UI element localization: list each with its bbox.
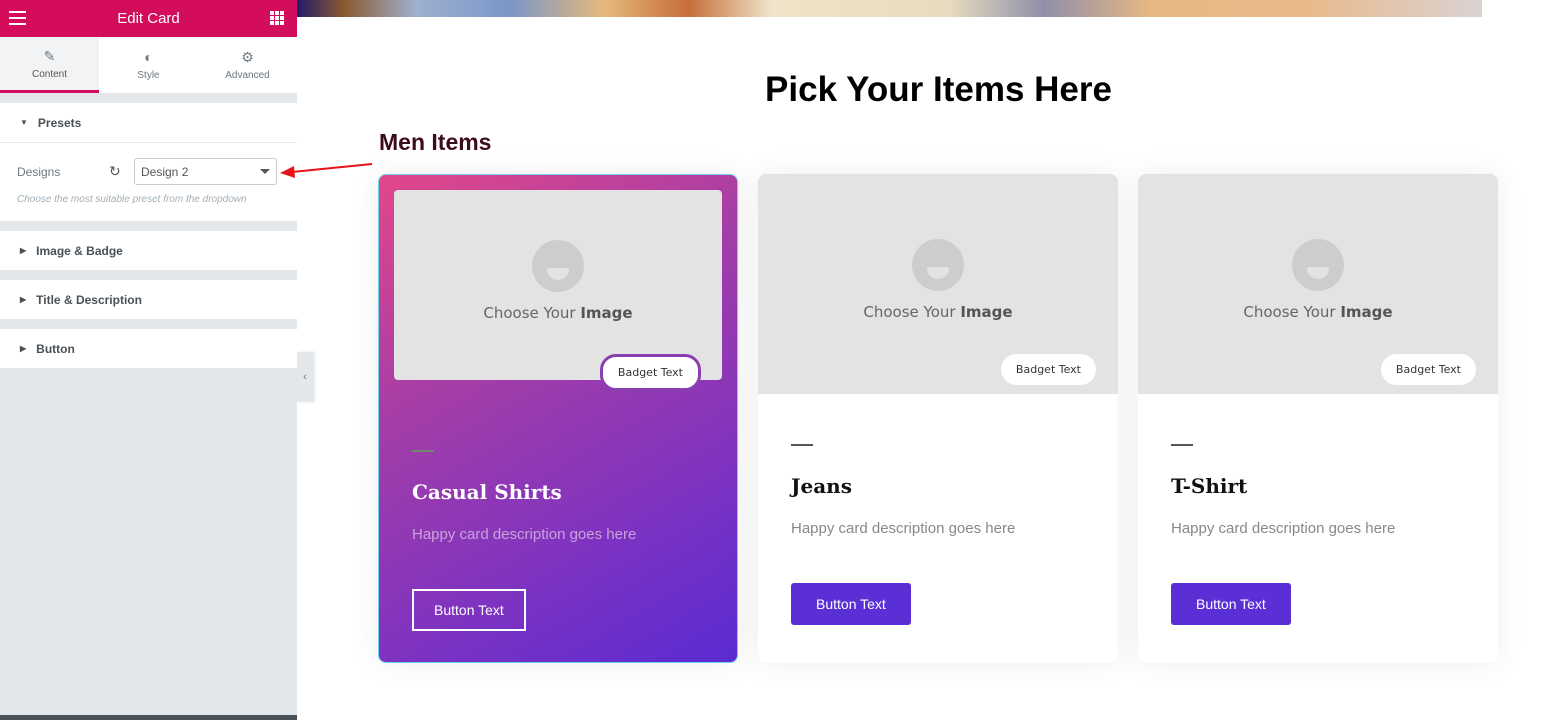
- half-circle-icon: ◐: [144, 49, 153, 65]
- card-t-shirt[interactable]: Choose Your Image Badget Text T-Shirt Happ…: [1138, 174, 1498, 663]
- section-title: Button: [36, 341, 75, 356]
- card-button[interactable]: Button Text: [1171, 583, 1291, 625]
- panel-tabs: ✎ Content ◐ Style ⚙ Advanced: [0, 37, 297, 93]
- hero-image: [297, 0, 1482, 17]
- card-description: Happy card description goes here: [1171, 520, 1396, 537]
- image-text-bold: Image: [1340, 303, 1393, 321]
- card-button[interactable]: Button Text: [791, 583, 911, 625]
- card-image-placeholder: Choose Your Image Badget Text: [1138, 174, 1498, 394]
- smiley-icon: [912, 239, 964, 291]
- section-subtitle: Men Items: [379, 129, 492, 155]
- designs-hint: Choose the most suitable preset from the…: [17, 194, 247, 205]
- chevron-down-icon: [260, 169, 270, 174]
- image-text: Choose Your: [863, 303, 956, 321]
- image-text-bold: Image: [960, 303, 1013, 321]
- card-image-placeholder: Choose Your Image Badget Text: [758, 174, 1118, 394]
- panel-title: Edit Card: [117, 10, 180, 27]
- panel-footer: [0, 715, 297, 720]
- card-jeans[interactable]: Choose Your Image Badget Text Jeans Happy …: [758, 174, 1118, 663]
- tab-label: Content: [31, 68, 68, 80]
- tab-label: Style: [137, 70, 160, 81]
- section-presets-header[interactable]: ▼ Presets: [0, 103, 297, 142]
- card-badge: Badget Text: [1000, 354, 1096, 385]
- card-description: Happy card description goes here: [791, 520, 1016, 537]
- divider: [791, 444, 813, 446]
- annotation-arrow-icon: [280, 163, 373, 178]
- page-title: Pick Your Items Here: [765, 70, 1112, 109]
- section-presets: ▼ Presets Designs ↻ Design 2 Choose the m…: [0, 103, 297, 221]
- section-button[interactable]: ▶ Button: [0, 329, 297, 368]
- section-title: Presets: [37, 115, 82, 130]
- smiley-icon: [532, 240, 584, 292]
- image-text-bold: Image: [580, 304, 633, 322]
- image-text: Choose Your: [1243, 303, 1336, 321]
- section-image-badge[interactable]: ▶ Image & Badge: [0, 231, 297, 270]
- card-badge: Badget Text: [599, 354, 701, 391]
- divider: [412, 450, 434, 452]
- caret-right-icon: ▶: [20, 295, 27, 304]
- tab-label: Advanced: [225, 70, 270, 81]
- section-title-description[interactable]: ▶ Title & Description: [0, 280, 297, 319]
- caret-right-icon: ▶: [20, 344, 27, 353]
- chevron-left-icon: ‹: [303, 371, 307, 383]
- image-text: Choose Your: [483, 304, 576, 322]
- designs-label: Designs: [17, 164, 61, 179]
- card-casual-shirts[interactable]: Choose Your Image Badget Text Casual Shir…: [378, 174, 738, 663]
- designs-select[interactable]: Design 2: [134, 158, 277, 185]
- section-title: Title & Description: [36, 292, 142, 307]
- smiley-icon: [1292, 239, 1344, 291]
- editor-panel: Edit Card ✎ Content ◐ Style ⚙ Advanced ▼ Pre…: [0, 0, 297, 720]
- card-image-placeholder: Choose Your Image Badget Text: [394, 190, 722, 391]
- hamburger-menu-icon[interactable]: [9, 11, 26, 29]
- card-badge: Badget Text: [1380, 354, 1476, 385]
- pencil-icon: ✎: [43, 47, 56, 64]
- designs-select-value: Design 2: [141, 164, 189, 179]
- card-title: T-Shirt: [1171, 474, 1248, 498]
- tab-content[interactable]: ✎ Content: [0, 37, 99, 93]
- caret-right-icon: ▶: [20, 246, 27, 255]
- divider: [1171, 444, 1193, 446]
- card-title: Jeans: [791, 474, 852, 498]
- card-description: Happy card description goes here: [412, 526, 637, 543]
- tab-style[interactable]: ◐ Style: [99, 37, 198, 93]
- panel-header: Edit Card: [0, 0, 297, 37]
- section-title: Image & Badge: [36, 243, 123, 258]
- card-title: Casual Shirts: [412, 480, 562, 504]
- card-button[interactable]: Button Text: [412, 589, 526, 631]
- collapse-panel-button[interactable]: ‹: [297, 352, 313, 402]
- reset-icon[interactable]: ↻: [109, 163, 134, 180]
- gear-icon: ⚙: [241, 49, 254, 65]
- caret-down-icon: ▼: [20, 118, 28, 127]
- apps-grid-icon[interactable]: [270, 11, 284, 25]
- tab-advanced[interactable]: ⚙ Advanced: [198, 37, 297, 93]
